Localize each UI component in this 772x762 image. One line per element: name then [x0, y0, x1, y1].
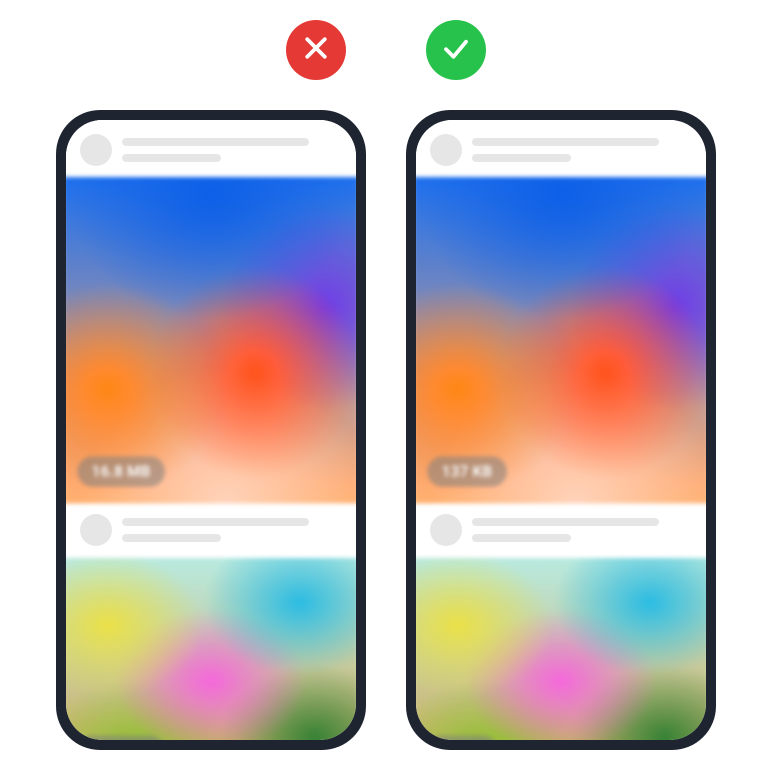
text-placeholder — [122, 518, 342, 542]
avatar-placeholder — [80, 134, 112, 166]
good-post-1-image: 137 KB — [416, 177, 706, 503]
phone-bad-screen: 16.8 MB 14.6 MB — [66, 120, 356, 740]
file-size-badge: 14.6 MB — [77, 735, 164, 740]
placeholder-line — [472, 518, 659, 526]
placeholder-line — [122, 534, 221, 542]
avatar-placeholder — [80, 514, 112, 546]
bad-post-1: 16.8 MB — [66, 120, 356, 500]
post-header — [66, 120, 356, 180]
file-size-badge: 16.8 MB — [77, 456, 164, 487]
post-header — [416, 500, 706, 560]
placeholder-line — [122, 154, 221, 162]
text-placeholder — [472, 518, 692, 542]
correct-badge — [426, 20, 486, 80]
phone-good-screen: 137 KB 87 KB — [416, 120, 706, 740]
text-placeholder — [472, 138, 692, 162]
phone-good: 137 KB 87 KB — [406, 110, 716, 750]
placeholder-line — [472, 534, 571, 542]
good-post-2-image: 87 KB — [416, 558, 706, 740]
post-header — [66, 500, 356, 560]
bad-post-2: 14.6 MB — [66, 500, 356, 740]
bad-post-2-image: 14.6 MB — [66, 558, 356, 740]
good-post-1: 137 KB — [416, 120, 706, 500]
file-size-badge: 87 KB — [427, 735, 497, 740]
placeholder-line — [472, 138, 659, 146]
bad-post-1-image: 16.8 MB — [66, 177, 356, 503]
wrong-badge — [286, 20, 346, 80]
cross-icon — [301, 33, 331, 67]
phone-bad: 16.8 MB 14.6 MB — [56, 110, 366, 750]
good-post-2: 87 KB — [416, 500, 706, 740]
avatar-placeholder — [430, 134, 462, 166]
placeholder-line — [122, 518, 309, 526]
avatar-placeholder — [430, 514, 462, 546]
check-icon — [441, 33, 471, 67]
placeholder-line — [122, 138, 309, 146]
post-header — [416, 120, 706, 180]
placeholder-line — [472, 154, 571, 162]
phones-row: 16.8 MB 14.6 MB — [0, 110, 772, 750]
status-row — [0, 20, 772, 80]
text-placeholder — [122, 138, 342, 162]
file-size-badge: 137 KB — [427, 456, 506, 487]
